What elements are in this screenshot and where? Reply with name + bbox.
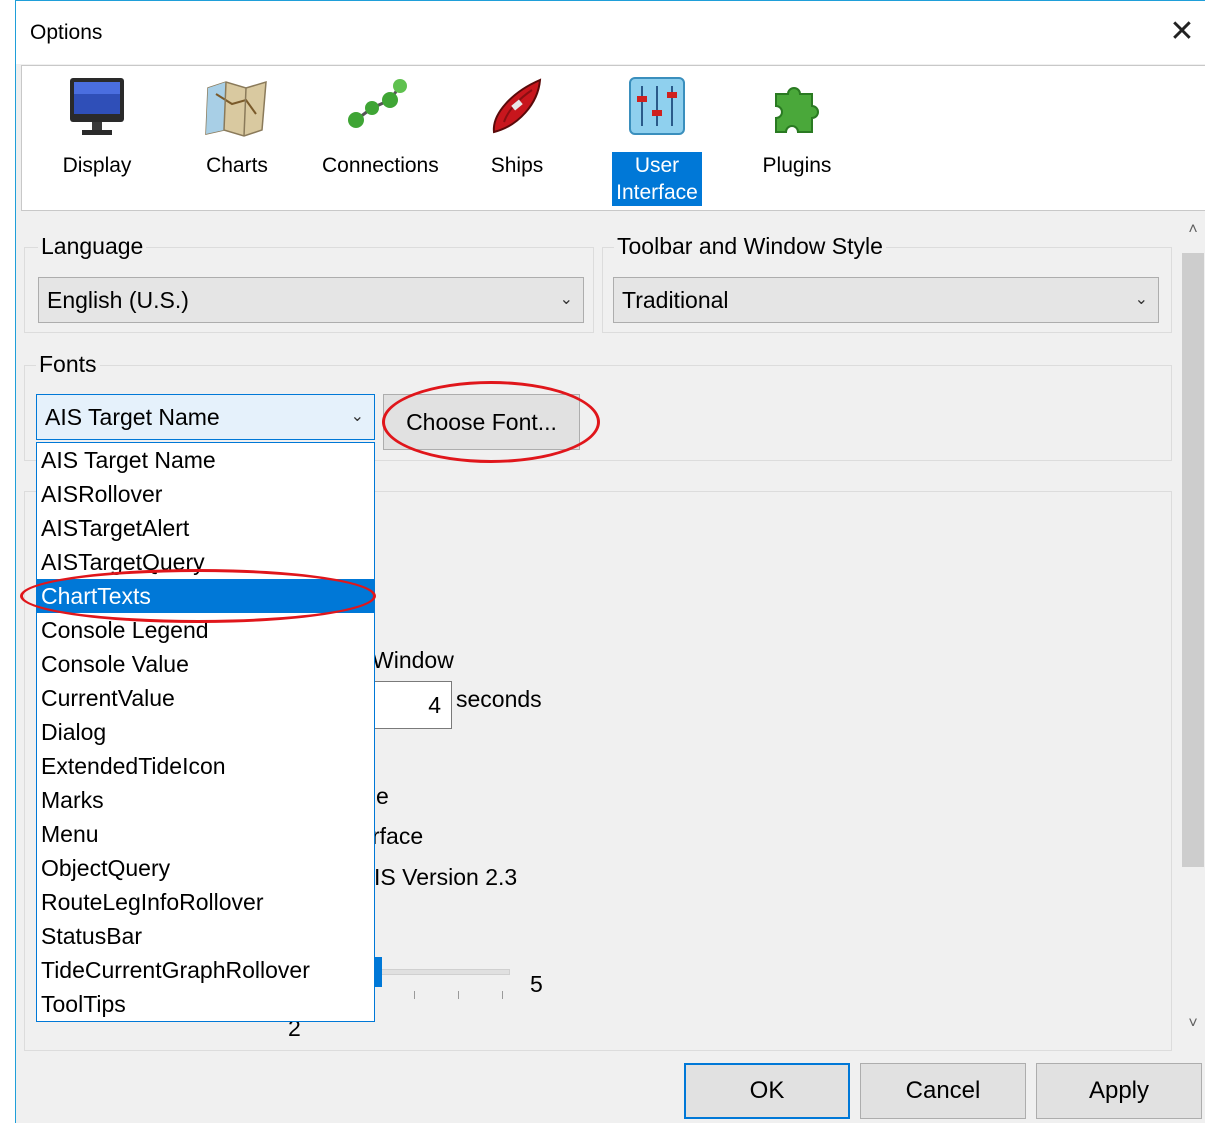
seconds-input[interactable]: 4 xyxy=(368,681,452,729)
sliders-icon xyxy=(629,77,685,135)
toolbar-style-combo-value: Traditional xyxy=(622,287,729,313)
slider-tick xyxy=(502,991,503,999)
font-element-combo-value: AIS Target Name xyxy=(45,404,220,430)
list-item[interactable]: AIS Target Name xyxy=(37,443,374,477)
list-item[interactable]: Marks xyxy=(37,783,374,817)
window-text: Window xyxy=(372,647,454,673)
tab-ships[interactable]: Ships xyxy=(462,74,572,204)
list-item-selected[interactable]: ChartTexts xyxy=(37,579,374,613)
connections-icon xyxy=(348,79,407,128)
list-item[interactable]: Dialog xyxy=(37,715,374,749)
list-item[interactable]: Console Value xyxy=(37,647,374,681)
fonts-group-label: Fonts xyxy=(36,351,100,378)
language-combo[interactable]: English (U.S.) ⌄ xyxy=(38,277,584,323)
font-element-combo[interactable]: AIS Target Name ⌄ xyxy=(36,394,375,440)
slider-tick xyxy=(458,991,459,999)
list-item[interactable]: ToolTips xyxy=(37,987,374,1021)
chevron-down-icon: ⌄ xyxy=(1134,291,1148,308)
list-item[interactable]: Console Legend xyxy=(37,613,374,647)
slider-max-label: 5 xyxy=(530,971,543,997)
tab-ships-label: Ships xyxy=(490,154,544,177)
interface-option-text: rface xyxy=(372,823,424,849)
scroll-down-icon[interactable]: ˅ xyxy=(1180,1015,1205,1043)
slider-tick xyxy=(414,991,415,999)
monitor-icon xyxy=(70,78,124,135)
list-item[interactable]: ExtendedTideIcon xyxy=(37,749,374,783)
tab-display[interactable]: Display xyxy=(42,74,152,204)
tab-plugins-label: Plugins xyxy=(762,154,832,177)
partial-option-text: e xyxy=(376,783,389,809)
options-dialog: Options ✕ Display Charts Connections Shi… xyxy=(15,0,1205,1123)
list-item[interactable]: AISRollover xyxy=(37,477,374,511)
tab-charts-label: Charts xyxy=(206,154,268,177)
list-item[interactable]: RouteLegInfoRollover xyxy=(37,885,374,919)
slider-track[interactable] xyxy=(368,969,510,975)
list-item[interactable]: AISTargetQuery xyxy=(37,545,374,579)
vertical-scrollbar[interactable]: ˄ ˅ xyxy=(1180,217,1205,1047)
version-option-text: IS Version 2.3 xyxy=(374,864,518,890)
ship-icon xyxy=(492,78,542,134)
scroll-up-icon[interactable]: ˄ xyxy=(1180,221,1205,249)
options-toolbar: Display Charts Connections Ships User In… xyxy=(21,65,1205,211)
list-item[interactable]: CurrentValue xyxy=(37,681,374,715)
list-item[interactable]: Menu xyxy=(37,817,374,851)
tab-connections[interactable]: Connections xyxy=(322,74,439,204)
seconds-label: seconds xyxy=(456,686,542,712)
tab-charts[interactable]: Charts xyxy=(182,74,292,204)
chevron-down-icon: ⌄ xyxy=(350,408,364,425)
toolbar-style-combo[interactable]: Traditional ⌄ xyxy=(613,277,1159,323)
font-element-dropdown: AIS Target Name AISRollover AISTargetAle… xyxy=(36,442,375,1022)
ok-button[interactable]: OK xyxy=(684,1063,850,1119)
tab-plugins[interactable]: Plugins xyxy=(742,74,852,204)
chart-map-icon xyxy=(205,80,267,137)
list-item[interactable]: TideCurrentGraphRollover xyxy=(37,953,374,987)
title-bar: Options ✕ xyxy=(16,1,1205,64)
close-button[interactable]: ✕ xyxy=(1159,3,1205,59)
choose-font-button[interactable]: Choose Font... xyxy=(383,394,580,450)
puzzle-icon xyxy=(775,87,819,133)
chevron-down-icon: ⌄ xyxy=(559,291,573,308)
tab-connections-label: Connections xyxy=(322,154,439,177)
list-item[interactable]: ObjectQuery xyxy=(37,851,374,885)
tab-user-interface[interactable]: User Interface xyxy=(602,74,712,206)
tab-display-label: Display xyxy=(62,154,132,177)
list-item[interactable]: AISTargetAlert xyxy=(37,511,374,545)
language-combo-value: English (U.S.) xyxy=(47,287,189,313)
toolbar-style-group-label: Toolbar and Window Style xyxy=(614,233,886,260)
cancel-button[interactable]: Cancel xyxy=(860,1063,1026,1119)
apply-button[interactable]: Apply xyxy=(1036,1063,1202,1119)
scroll-thumb[interactable] xyxy=(1182,253,1204,867)
language-group-label: Language xyxy=(38,233,147,260)
tab-user-interface-label: User Interface xyxy=(612,152,702,206)
list-item[interactable]: StatusBar xyxy=(37,919,374,953)
window-title: Options xyxy=(30,21,103,44)
